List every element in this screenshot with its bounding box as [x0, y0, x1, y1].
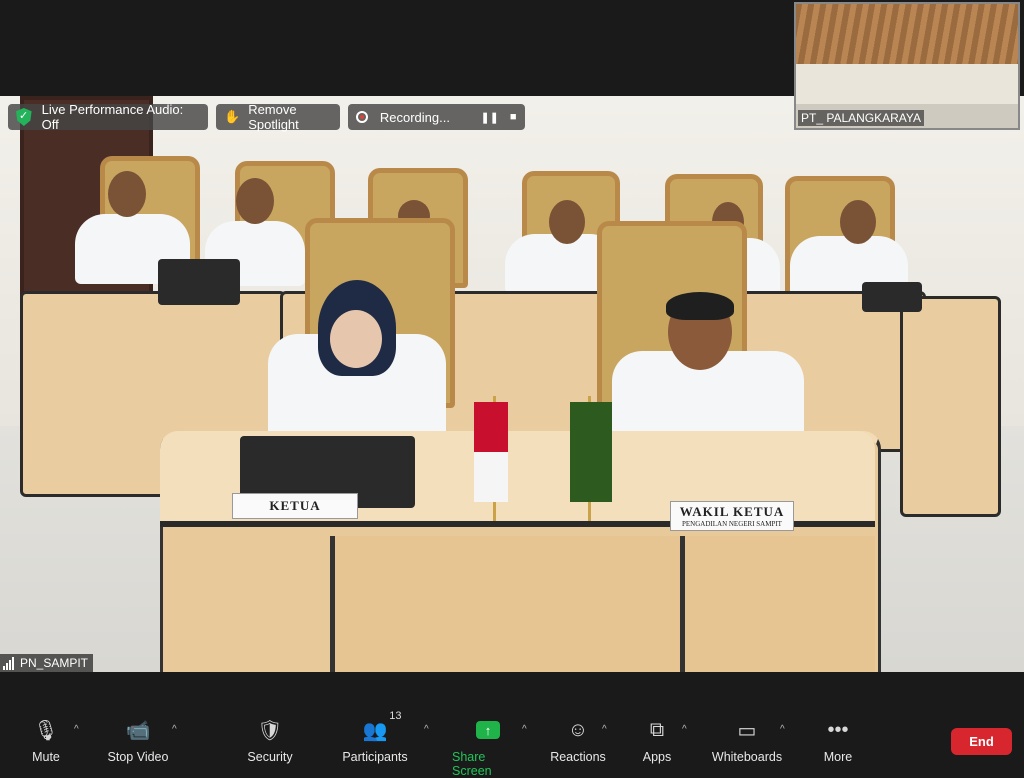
encryption-shield-icon — [16, 108, 32, 126]
participants-button[interactable]: 👥 13 Participants — [342, 710, 408, 764]
nameplate-wakil-sub: PENGADILAN NEGERI SAMPIT — [682, 520, 782, 528]
more-dots-icon: ••• — [827, 718, 849, 741]
thumbnail-participant-name: PT_ PALANGKARAYA — [798, 110, 925, 126]
thumbnail-wall — [796, 64, 1018, 104]
shield-icon: 🛡 — [257, 719, 283, 742]
main-participant-name: PN_SAMPIT — [20, 656, 89, 670]
main-video-feed[interactable]: KETUA WAKIL KETUA PENGADILAN NEGERI SAMP… — [0, 96, 1024, 672]
participant-thumbnail[interactable]: PT_ PALANGKARAYA — [794, 2, 1020, 130]
apps-options-caret[interactable]: ^ — [682, 724, 687, 735]
more-button[interactable]: ••• More — [820, 716, 856, 765]
microphone-icon: 🎙 — [33, 719, 59, 742]
indonesian-flag — [474, 402, 508, 502]
more-label: More — [823, 750, 853, 764]
share-options-caret[interactable]: ^ — [522, 724, 527, 735]
nameplate-wakil-text: WAKIL KETUA — [679, 504, 785, 519]
nameplate-ketua: KETUA — [232, 493, 358, 519]
mute-button[interactable]: 🎙 Mute — [28, 716, 64, 765]
recording-label: Recording... — [379, 109, 450, 125]
video-options-caret[interactable]: ^ — [172, 724, 177, 735]
laptop — [158, 259, 240, 305]
mute-options-caret[interactable]: ^ — [74, 724, 79, 735]
video-camera-icon: 📹 — [125, 719, 151, 742]
nameplate-wakil-ketua: WAKIL KETUA PENGADILAN NEGERI SAMPIT — [670, 501, 794, 531]
signal-bars-icon — [3, 656, 15, 670]
whiteboard-icon: ▭ — [737, 719, 757, 742]
whiteboards-button[interactable]: ▭ Whiteboards — [711, 716, 783, 765]
desk-panel — [680, 536, 875, 672]
pause-recording-button[interactable]: ❚❚ — [478, 104, 502, 130]
participant-head — [108, 171, 146, 217]
reactions-button[interactable]: ☺ Reactions — [550, 716, 606, 765]
back-desk-right — [900, 296, 1001, 517]
whiteboards-options-caret[interactable]: ^ — [780, 724, 785, 735]
recording-indicator: Recording... ❚❚ ■ — [348, 104, 525, 130]
live-audio-label: Live Performance Audio: Off — [41, 102, 184, 132]
live-audio-indicator[interactable]: Live Performance Audio: Off — [8, 102, 208, 132]
apps-icon: ⧉ — [649, 718, 665, 741]
reactions-options-caret[interactable]: ^ — [602, 724, 607, 735]
desk-panel — [330, 536, 685, 672]
reactions-label: Reactions — [550, 750, 606, 764]
people-icon: 👥 13 — [362, 710, 402, 742]
meeting-toolbar: 🎙 Mute ^ 📹 Stop Video ^ 🛡 Security 👥 13 P… — [0, 710, 1024, 778]
stop-video-label: Stop Video — [107, 750, 169, 764]
smiley-icon: ☺ — [567, 718, 589, 741]
participants-options-caret[interactable]: ^ — [424, 724, 429, 735]
participant-hair — [666, 292, 734, 320]
stop-recording-button[interactable]: ■ — [501, 104, 525, 130]
laptop — [862, 282, 922, 312]
mute-label: Mute — [32, 750, 60, 764]
whiteboards-label: Whiteboards — [711, 750, 783, 764]
nameplate-ketua-text: KETUA — [269, 498, 321, 513]
security-label: Security — [247, 750, 293, 764]
participant-head — [840, 200, 876, 244]
share-screen-button[interactable]: ↑ Share Screen — [452, 716, 524, 778]
participants-count: 13 — [389, 710, 402, 722]
security-button[interactable]: 🛡 Security — [246, 716, 294, 765]
participant-head — [330, 310, 382, 368]
participant-head — [236, 178, 274, 224]
stop-video-button[interactable]: 📹 Stop Video — [106, 716, 170, 765]
remove-spotlight-button[interactable]: ✋ Remove Spotlight — [216, 102, 340, 132]
court-flag — [570, 402, 612, 502]
participant-head — [549, 200, 585, 244]
apps-label: Apps — [642, 750, 672, 764]
main-participant-label: PN_SAMPIT — [0, 654, 94, 672]
thumbnail-ceiling — [796, 4, 1018, 64]
recording-dot-icon — [356, 111, 368, 123]
share-arrow-icon: ↑ — [476, 716, 500, 744]
apps-button[interactable]: ⧉ Apps — [640, 716, 674, 765]
end-meeting-button[interactable]: End — [951, 728, 1012, 755]
spotlight-pin-icon: ✋ — [224, 109, 241, 124]
remove-spotlight-label: Remove Spotlight — [248, 102, 299, 132]
participants-label: Participants — [342, 750, 408, 764]
share-screen-label: Share Screen — [452, 750, 492, 778]
